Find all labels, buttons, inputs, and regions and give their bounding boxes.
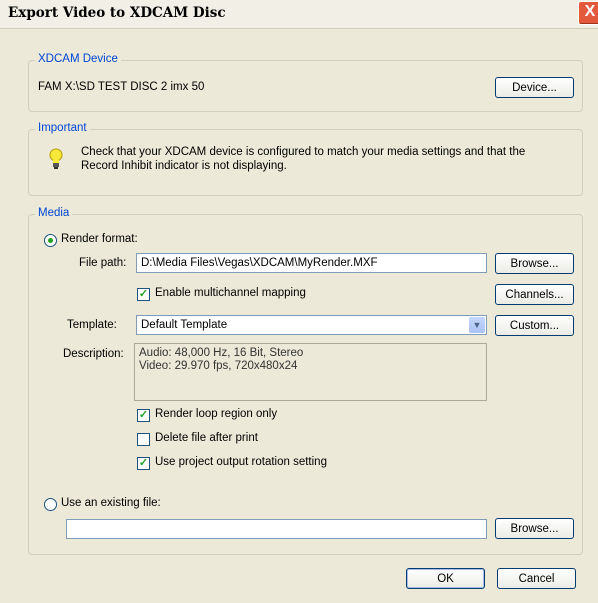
- template-label: Template:: [67, 319, 117, 331]
- chevron-down-icon[interactable]: ▼: [469, 317, 485, 333]
- browse-button[interactable]: Browse...: [495, 253, 574, 274]
- window-title: Export Video to XDCAM Disc: [8, 5, 226, 21]
- render-format-radio[interactable]: [44, 234, 57, 247]
- close-button[interactable]: X: [578, 1, 598, 25]
- file-path-input[interactable]: D:\Media Files\Vegas\XDCAM\MyRender.MXF: [136, 253, 487, 273]
- ok-button[interactable]: OK: [406, 568, 485, 589]
- template-value: Default Template: [141, 319, 228, 331]
- xdcam-device-legend: XDCAM Device: [35, 53, 121, 65]
- device-button[interactable]: Device...: [495, 77, 574, 98]
- template-select[interactable]: Default Template ▼: [136, 315, 487, 335]
- file-path-label: File path:: [79, 257, 127, 269]
- description-line-2: Video: 29.970 fps, 720x480x24: [139, 360, 298, 372]
- description-box: Audio: 48,000 Hz, 16 Bit, Stereo Video: …: [134, 343, 487, 401]
- lightbulb-icon: [49, 148, 63, 169]
- render-format-label[interactable]: Render format:: [61, 233, 138, 245]
- device-name: FAM X:\SD TEST DISC 2 imx 50: [38, 81, 205, 93]
- existing-file-label[interactable]: Use an existing file:: [61, 497, 161, 509]
- loop-region-label[interactable]: Render loop region only: [155, 408, 277, 420]
- important-line-2: Record Inhibit indicator is not displayi…: [81, 160, 287, 172]
- description-label: Description:: [63, 348, 124, 360]
- radio-selected-dot: [48, 238, 53, 243]
- delete-file-checkbox[interactable]: [137, 433, 150, 446]
- multichannel-checkbox[interactable]: ✓: [137, 288, 150, 301]
- rotation-label[interactable]: Use project output rotation setting: [155, 456, 327, 468]
- important-line-1: Check that your XDCAM device is configur…: [81, 146, 526, 158]
- rotation-checkbox[interactable]: ✓: [137, 457, 150, 470]
- channels-button[interactable]: Channels...: [495, 284, 574, 305]
- title-bar[interactable]: Export Video to XDCAM Disc X: [0, 0, 598, 29]
- export-dialog: Export Video to XDCAM Disc X XDCAM Devic…: [0, 0, 598, 603]
- browse-button-2[interactable]: Browse...: [495, 518, 574, 539]
- existing-file-radio[interactable]: [44, 498, 57, 511]
- important-legend: Important: [35, 122, 90, 134]
- cancel-button[interactable]: Cancel: [497, 568, 576, 589]
- existing-file-input[interactable]: [66, 519, 487, 539]
- media-legend: Media: [35, 207, 73, 219]
- close-icon: X: [584, 3, 596, 20]
- multichannel-label[interactable]: Enable multichannel mapping: [155, 287, 306, 299]
- description-line-1: Audio: 48,000 Hz, 16 Bit, Stereo: [139, 347, 304, 359]
- custom-button[interactable]: Custom...: [495, 315, 574, 336]
- delete-file-label[interactable]: Delete file after print: [155, 432, 258, 444]
- loop-region-checkbox[interactable]: ✓: [137, 409, 150, 422]
